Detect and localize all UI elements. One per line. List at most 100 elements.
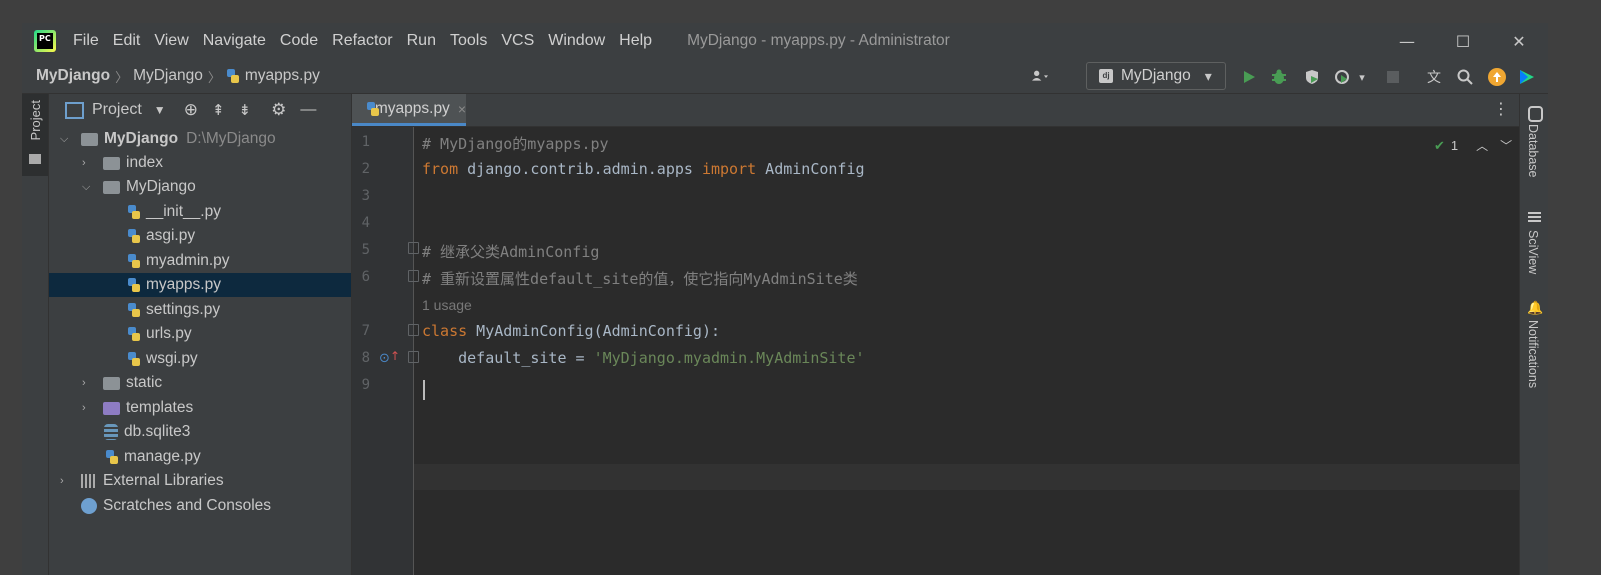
minimize-button[interactable]: — xyxy=(1379,23,1435,59)
update-icon[interactable] xyxy=(1487,67,1507,87)
chevron-right-icon[interactable]: › xyxy=(82,402,92,414)
string-literal: 'MyDjango.myadmin.MyAdminSite' xyxy=(593,349,865,367)
fold-marker-icon[interactable] xyxy=(408,324,419,336)
fold-marker-icon[interactable] xyxy=(408,351,419,363)
pycharm-logo-icon[interactable]: PC xyxy=(34,30,56,52)
project-tool-tab[interactable]: Project xyxy=(22,94,48,176)
expand-all-icon[interactable]: ⇞ xyxy=(212,101,225,119)
run-icon[interactable] xyxy=(1239,67,1259,87)
tree-item-myapps[interactable]: myapps.py xyxy=(49,273,351,297)
chevron-down-icon[interactable]: ⌵ xyxy=(60,133,70,146)
chevron-down-icon[interactable]: ⌵ xyxy=(82,181,92,194)
tab-myapps[interactable]: myapps.py × xyxy=(352,94,466,126)
tree-item-label: templates xyxy=(126,399,194,416)
menu-window[interactable]: Window xyxy=(541,32,612,50)
chevron-down-icon[interactable]: ﹀ xyxy=(1500,137,1512,154)
fold-marker-icon[interactable] xyxy=(408,242,419,254)
close-tab-icon[interactable]: × xyxy=(458,101,466,117)
tree-item-urls[interactable]: urls.py xyxy=(49,322,351,346)
database-tool-label[interactable]: Database xyxy=(1526,124,1540,178)
tree-item-settings[interactable]: settings.py xyxy=(49,298,351,322)
inspection-widget[interactable]: ✔ 1 ︿ ﹀ xyxy=(1434,137,1512,154)
sciview-tool-label[interactable]: SciView xyxy=(1526,230,1540,274)
menu-bar: File Edit View Navigate Code Refactor Ru… xyxy=(66,32,659,50)
tree-item-label: settings.py xyxy=(146,301,221,318)
tree-item-init[interactable]: __init__.py xyxy=(49,200,351,224)
project-panel-title[interactable]: Project xyxy=(92,101,142,119)
chevron-up-icon[interactable]: ︿ xyxy=(1476,137,1488,154)
menu-tools[interactable]: Tools xyxy=(443,32,494,50)
tree-item-db[interactable]: db.sqlite3 xyxy=(49,420,351,444)
menu-edit[interactable]: Edit xyxy=(106,32,148,50)
account-icon[interactable] xyxy=(1032,66,1052,86)
tree-item-asgi[interactable]: asgi.py xyxy=(49,224,351,248)
tree-item-myadmin[interactable]: myadmin.py xyxy=(49,249,351,273)
tree-item-mydjango-package[interactable]: ⌵ MyDjango xyxy=(49,175,351,199)
menu-view[interactable]: View xyxy=(147,32,195,50)
breadcrumb-separator-icon: 〉 xyxy=(207,69,221,85)
tree-item-index[interactable]: › index xyxy=(49,151,351,175)
menu-code[interactable]: Code xyxy=(273,32,325,50)
jetbrains-icon[interactable] xyxy=(1517,67,1537,87)
menu-help[interactable]: Help xyxy=(612,32,659,50)
breadcrumb-folder[interactable]: MyDjango xyxy=(133,67,203,85)
close-button[interactable]: ✕ xyxy=(1491,23,1547,59)
chevron-right-icon[interactable]: › xyxy=(82,377,92,389)
chevron-right-icon[interactable]: › xyxy=(60,475,70,487)
tree-item-label: static xyxy=(126,374,163,391)
translate-icon[interactable]: 文 xyxy=(1424,67,1444,87)
code-line-8[interactable]: default_site = 'MyDjango.myadmin.MyAdmin… xyxy=(422,349,865,367)
checkmark-icon: ✔ xyxy=(1434,137,1445,153)
fold-marker-icon[interactable] xyxy=(408,270,419,282)
project-panel-header: Project ▼ ⊕ ⇞ ⇟ ⚙ — xyxy=(49,94,351,126)
menu-navigate[interactable]: Navigate xyxy=(196,32,273,50)
menu-run[interactable]: Run xyxy=(400,32,443,50)
tree-item-templates[interactable]: › templates xyxy=(49,396,351,420)
code-line-2[interactable]: from django.contrib.admin.apps import Ad… xyxy=(422,160,865,178)
collapse-all-icon[interactable]: ⇟ xyxy=(239,101,252,119)
search-icon[interactable] xyxy=(1455,67,1475,87)
tree-item-root[interactable]: ⌵ MyDjango D:\MyDjango xyxy=(49,127,351,151)
code-line-5[interactable]: # 继承父类AdminConfig xyxy=(422,241,599,262)
override-marker-icon[interactable]: ⊙ xyxy=(379,351,390,366)
line-number: 7 xyxy=(361,323,370,339)
chevron-down-icon[interactable]: ▼ xyxy=(154,103,166,117)
line-number: 5 xyxy=(361,242,370,258)
stop-icon[interactable] xyxy=(1383,67,1403,87)
menu-file[interactable]: File xyxy=(66,32,106,50)
code-line-7[interactable]: class MyAdminConfig(AdminConfig): xyxy=(422,322,720,340)
debug-icon[interactable] xyxy=(1269,67,1289,87)
bell-icon[interactable]: 🔔 xyxy=(1527,301,1543,316)
tree-item-label: urls.py xyxy=(146,325,192,342)
more-options-icon[interactable]: ⋮ xyxy=(1493,99,1509,118)
hide-panel-icon[interactable]: — xyxy=(300,101,316,119)
notifications-tool-label[interactable]: Notifications xyxy=(1526,320,1540,388)
menu-refactor[interactable]: Refactor xyxy=(325,32,399,50)
coverage-icon[interactable] xyxy=(1302,67,1322,87)
chevron-right-icon[interactable]: › xyxy=(82,157,92,169)
breadcrumb-separator-icon: 〉 xyxy=(115,69,129,85)
locate-file-icon[interactable]: ⊕ xyxy=(184,100,198,120)
sciview-icon[interactable] xyxy=(1528,212,1541,224)
tree-item-path: D:\MyDjango xyxy=(186,130,276,147)
database-tool-icon[interactable] xyxy=(1528,106,1543,122)
more-run-options-icon[interactable]: ▾ xyxy=(1352,67,1372,87)
gear-icon[interactable]: ⚙ xyxy=(271,100,286,120)
code-line-1[interactable]: # MyDjango的myapps.py xyxy=(422,133,609,154)
tree-item-wsgi[interactable]: wsgi.py xyxy=(49,347,351,371)
line-number: 6 xyxy=(361,269,370,285)
folder-icon xyxy=(103,376,120,390)
breadcrumb-file[interactable]: myapps.py xyxy=(245,67,320,85)
usage-hint[interactable]: 1 usage xyxy=(422,297,472,313)
breadcrumb-project[interactable]: MyDjango xyxy=(36,67,110,85)
run-configuration-select[interactable]: dj MyDjango ▾ xyxy=(1086,62,1226,90)
keyword: class xyxy=(422,322,468,340)
menu-vcs[interactable]: VCS xyxy=(494,32,541,50)
tree-item-static[interactable]: › static xyxy=(49,371,351,395)
tree-item-manage[interactable]: manage.py xyxy=(49,445,351,469)
maximize-button[interactable]: ☐ xyxy=(1435,23,1491,59)
tree-item-external-libraries[interactable]: › External Libraries xyxy=(49,469,351,493)
tree-item-scratches[interactable]: Scratches and Consoles xyxy=(49,494,351,518)
code-line-6[interactable]: # 重新设置属性default_site的值，使它指向MyAdminSite类 xyxy=(422,268,858,289)
profile-icon[interactable] xyxy=(1332,67,1352,87)
